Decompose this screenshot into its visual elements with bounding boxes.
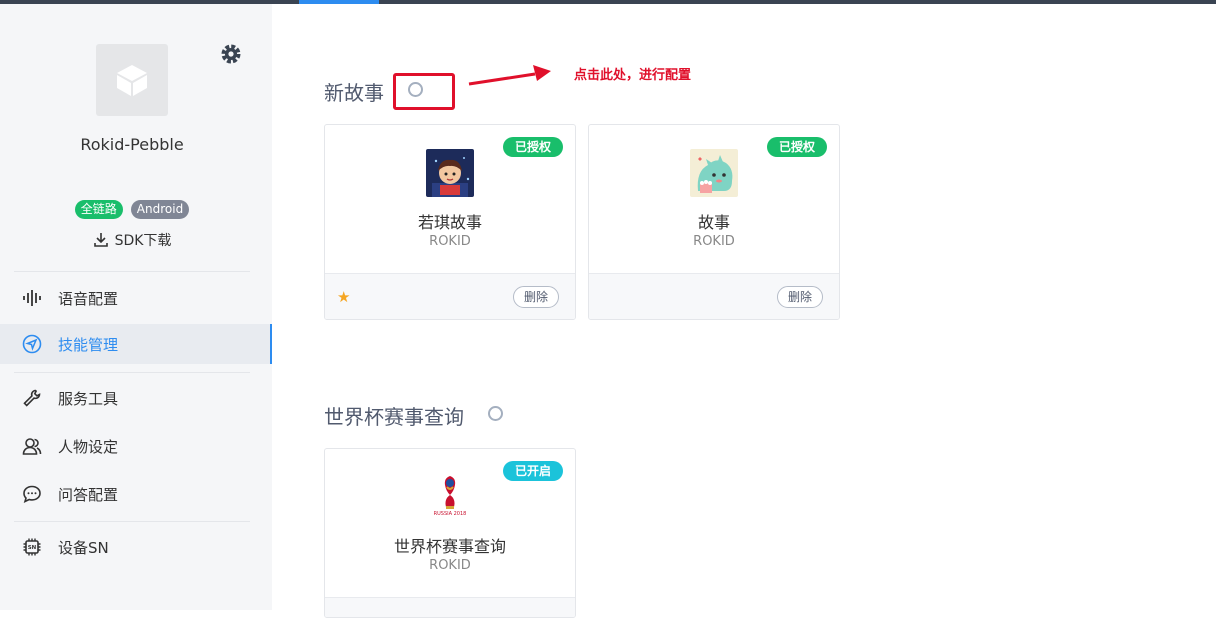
status-badge: 已授权 — [502, 137, 563, 157]
skill-vendor: ROKID — [429, 558, 471, 573]
sidebar-item-label: 设备SN — [58, 538, 109, 557]
annotation-arrow-icon — [468, 65, 551, 86]
skill-card[interactable]: 已开启 RUSSIA 2018 世界杯赛事查询 ROKID — [324, 448, 576, 618]
card-footer — [325, 597, 575, 617]
skill-icon — [690, 149, 738, 197]
platform-badge: Android — [130, 200, 190, 219]
sidebar-divider — [14, 271, 250, 272]
skill-icon — [426, 149, 474, 197]
cube-icon — [117, 65, 147, 96]
full-link-badge: 全链路 — [74, 200, 123, 219]
skill-vendor: ROKID — [429, 234, 471, 249]
world-cup-logo-icon: RUSSIA 2018 — [426, 473, 474, 521]
svg-text:SN: SN — [28, 545, 37, 551]
device-name: Rokid-Pebble — [80, 135, 184, 154]
sidebar-item-label: 人物设定 — [58, 437, 119, 456]
sidebar: Rokid-Pebble 全链路 Android SDK下载 语音配置 技能管理… — [0, 4, 272, 610]
sidebar-item-persona[interactable]: 人物设定 — [0, 426, 272, 466]
skill-name: 若琪故事 — [417, 213, 482, 232]
card-footer: 删除 — [589, 273, 839, 319]
section-config-radio[interactable] — [488, 406, 503, 421]
status-badge: 已授权 — [766, 137, 827, 157]
sdk-download-label: SDK下载 — [114, 233, 172, 249]
sidebar-item-skill-management[interactable]: 技能管理 — [0, 324, 272, 364]
annotation-highlight-box — [393, 73, 455, 110]
logo-text: RUSSIA 2018 — [434, 511, 467, 517]
card-footer: ★ 删除 — [325, 273, 575, 319]
device-image — [96, 44, 168, 116]
delete-button[interactable]: 删除 — [776, 286, 823, 308]
download-icon — [93, 233, 108, 247]
sidebar-item-voice-config[interactable]: 语音配置 — [0, 278, 272, 318]
sidebar-item-qa-config[interactable]: 问答配置 — [0, 474, 272, 514]
sidebar-item-device-sn[interactable]: SN 设备SN — [0, 527, 272, 567]
annotation-text: 点击此处，进行配置 — [574, 64, 692, 83]
delete-button[interactable]: 删除 — [512, 286, 559, 308]
main-content: 新故事 点击此处，进行配置 已授权 若琪故事 ROKID ★ 删除 已授权 故事… — [272, 4, 1216, 618]
sidebar-item-label: 语音配置 — [58, 289, 119, 308]
chat-bubble-icon — [22, 484, 42, 504]
skill-name: 世界杯赛事查询 — [393, 537, 506, 556]
sidebar-divider — [14, 372, 250, 373]
skill-vendor: ROKID — [693, 234, 735, 249]
status-badge: 已开启 — [502, 461, 563, 481]
skill-card[interactable]: 已授权 故事 ROKID 删除 — [588, 124, 840, 320]
sidebar-item-label: 问答配置 — [58, 485, 119, 504]
sdk-download-link[interactable]: SDK下载 — [0, 230, 264, 250]
settings-gear-icon[interactable] — [219, 42, 243, 66]
skill-card[interactable]: 已授权 若琪故事 ROKID ★ 删除 — [324, 124, 576, 320]
users-icon — [22, 436, 42, 456]
skill-name: 故事 — [697, 213, 730, 232]
section-title: 新故事 — [324, 81, 384, 105]
navigation-compass-icon — [22, 334, 42, 354]
sidebar-item-label: 技能管理 — [58, 335, 119, 354]
sidebar-item-service-tools[interactable]: 服务工具 — [0, 378, 272, 418]
chip-icon: SN — [22, 537, 42, 557]
wrench-icon — [22, 388, 42, 408]
section-title: 世界杯赛事查询 — [324, 405, 464, 429]
sidebar-divider — [14, 521, 250, 522]
star-icon[interactable]: ★ — [337, 288, 350, 306]
voice-wave-icon — [22, 288, 42, 308]
sidebar-item-label: 服务工具 — [58, 389, 119, 408]
device-badges: 全链路 Android — [0, 200, 264, 219]
